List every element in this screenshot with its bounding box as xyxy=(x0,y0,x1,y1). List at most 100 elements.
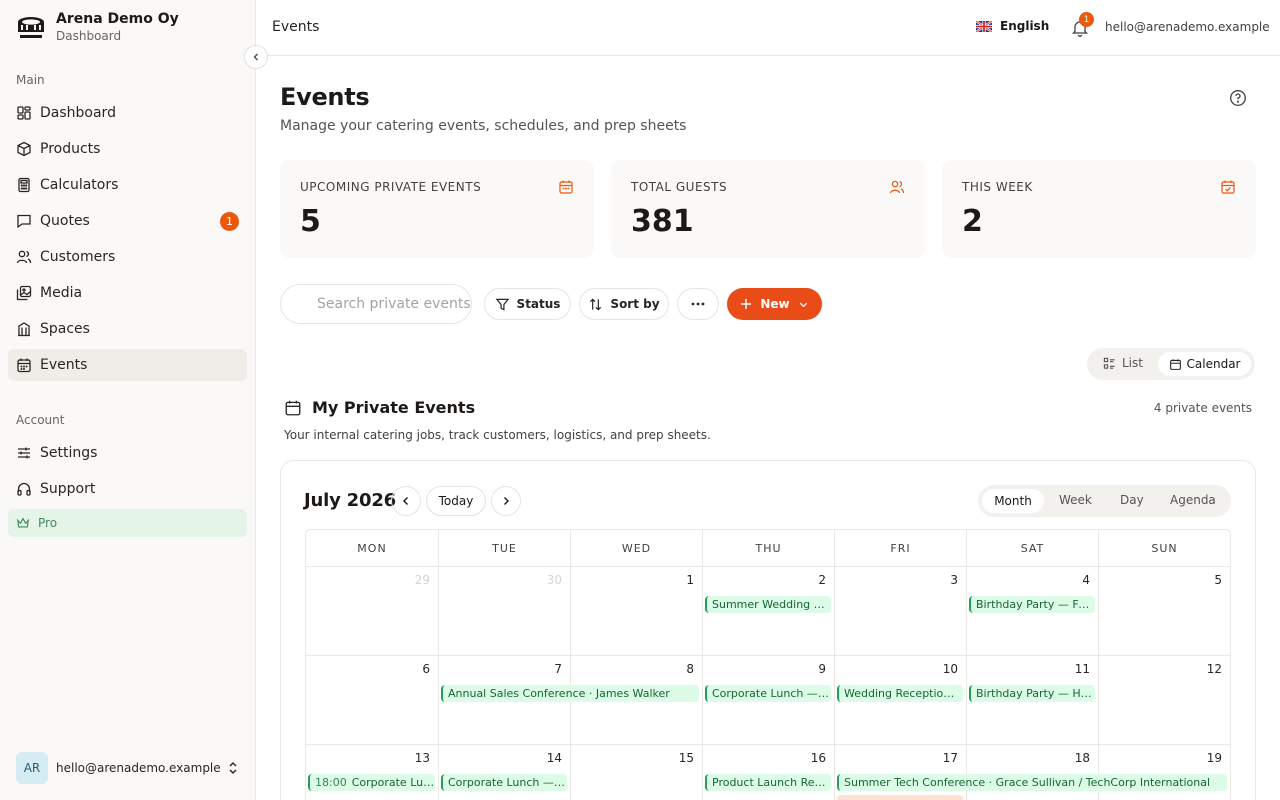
day-number: 14 xyxy=(546,751,562,765)
sidebar-item-spaces[interactable]: Spaces xyxy=(8,313,247,345)
crown-icon xyxy=(16,517,30,528)
search-input[interactable]: Search private events xyxy=(280,284,472,324)
more-options-button[interactable] xyxy=(677,288,719,320)
calendar-day-cell[interactable]: 14 xyxy=(439,745,571,800)
calendar-event[interactable]: Birthday Party — Ha… xyxy=(969,685,1095,702)
calendar-event[interactable]: Birthday Party — Fo… xyxy=(969,596,1095,613)
sort-by-button[interactable]: Sort by xyxy=(579,288,669,320)
pro-plan-item[interactable]: Pro xyxy=(8,509,247,537)
calendar-day-cell[interactable]: 18 xyxy=(967,745,1099,800)
day-number: 17 xyxy=(942,751,958,765)
sidebar-item-quotes[interactable]: Quotes 1 xyxy=(8,205,247,237)
event-title: Summer Wedding … xyxy=(712,598,825,611)
breadcrumb: Events xyxy=(272,19,320,35)
calendar-day-cell[interactable]: 16 xyxy=(703,745,835,800)
sidebar-item-settings[interactable]: Settings xyxy=(8,437,247,469)
day-number: 3 xyxy=(950,573,958,587)
images-icon xyxy=(16,285,32,301)
event-title: Product Launch Re… xyxy=(712,776,826,789)
help-icon[interactable] xyxy=(1229,89,1247,107)
sidebar-item-label: Dashboard xyxy=(40,105,116,121)
calendar-event[interactable]: Annual Sales Conference · James Walker xyxy=(441,685,699,702)
list-view-tab[interactable]: List xyxy=(1103,356,1143,370)
brand-subtitle: Dashboard xyxy=(56,29,122,43)
calendar-event[interactable]: Wedding Receptio… xyxy=(837,685,963,702)
sidebar-item-events[interactable]: Events xyxy=(8,349,247,381)
calendar-day-cell[interactable]: 13 xyxy=(306,745,439,800)
previous-month-button[interactable] xyxy=(391,486,421,516)
tab-day[interactable]: Day xyxy=(1120,493,1144,507)
stat-value: 381 xyxy=(631,204,694,239)
sidebar-item-label: Customers xyxy=(40,249,116,265)
stat-card-guests: TOTAL GUESTS 381 xyxy=(611,160,925,258)
calendar-event[interactable]: Summer Wedding … xyxy=(705,596,831,613)
sidebar-item-calculators[interactable]: Calculators xyxy=(8,169,247,201)
sidebar-item-customers[interactable]: Customers xyxy=(8,241,247,273)
calendar-day-cell[interactable]: 30 xyxy=(439,567,571,656)
more-horizontal-icon xyxy=(691,302,705,306)
calendar-day-cell[interactable]: 17 xyxy=(835,745,967,800)
new-event-button[interactable]: New xyxy=(727,288,822,320)
search-placeholder: Search private events xyxy=(317,296,471,312)
chevron-right-icon xyxy=(503,496,510,506)
section-title: My Private Events xyxy=(284,398,475,417)
calendar-event[interactable]: Product Launch Re… xyxy=(705,774,831,791)
user-menu[interactable]: AR hello@arenademo.example xyxy=(16,752,240,784)
day-number: 6 xyxy=(422,662,430,676)
calendar-day-cell[interactable]: 15 xyxy=(571,745,703,800)
weekday-header: FRI xyxy=(835,530,967,567)
stat-label: UPCOMING PRIVATE EVENTS xyxy=(300,180,482,194)
tab-month[interactable]: Month xyxy=(982,489,1044,513)
today-button[interactable]: Today xyxy=(426,486,486,516)
chevron-down-icon xyxy=(799,302,807,307)
sidebar-item-label: Calculators xyxy=(40,177,119,193)
user-email: hello@arenademo.example xyxy=(56,761,221,775)
chevrons-up-down-icon xyxy=(229,762,237,774)
sidebar-item-dashboard[interactable]: Dashboard xyxy=(8,97,247,129)
weekday-header: SAT xyxy=(967,530,1099,567)
calendar-day-cell[interactable]: 5 xyxy=(1099,567,1230,656)
sidebar-item-media[interactable]: Media xyxy=(8,277,247,309)
calendar-event[interactable]: Corporate Lunch — … xyxy=(441,774,567,791)
status-label: Status xyxy=(516,297,561,311)
calendar-day-cell[interactable]: 3 xyxy=(835,567,967,656)
calendar-day-cell[interactable]: 6 xyxy=(306,656,439,745)
calendar-event[interactable]: Corporate Lunch — … xyxy=(705,685,831,702)
calendar-day-cell[interactable]: 29 xyxy=(306,567,439,656)
event-title: Corporate Lu… xyxy=(351,776,435,789)
calendar-view-tab[interactable]: Calendar xyxy=(1158,352,1251,376)
calendar-day-cell[interactable]: 1 xyxy=(571,567,703,656)
stat-label: TOTAL GUESTS xyxy=(631,180,728,194)
sidebar-item-label: Products xyxy=(40,141,101,157)
day-number: 8 xyxy=(686,662,694,676)
collapse-sidebar-button[interactable] xyxy=(244,45,268,69)
day-number: 18 xyxy=(1074,751,1090,765)
calendar-icon xyxy=(559,180,573,194)
calendar-day-cell[interactable]: 19 xyxy=(1099,745,1230,800)
day-number: 15 xyxy=(678,751,694,765)
calendar-event[interactable]: Summer Tech Conference · Grace Sullivan … xyxy=(837,774,1227,791)
weekday-header: WED xyxy=(571,530,703,567)
sidebar-item-products[interactable]: Products xyxy=(8,133,247,165)
tab-week[interactable]: Week xyxy=(1059,493,1092,507)
calendar-icon xyxy=(285,400,301,415)
header-user-email[interactable]: hello@arenademo.example xyxy=(1105,20,1270,34)
calendar-day-cell[interactable]: 12 xyxy=(1099,656,1230,745)
message-icon xyxy=(16,213,32,229)
sidebar: Arena Demo Oy Dashboard Main Dashboard P… xyxy=(0,0,268,800)
avatar: AR xyxy=(16,752,48,784)
sidebar-item-support[interactable]: Support xyxy=(8,473,247,505)
calendar-event-partial[interactable] xyxy=(837,795,963,800)
tab-agenda[interactable]: Agenda xyxy=(1170,493,1216,507)
language-selector[interactable]: English xyxy=(976,19,1049,33)
calendar-event[interactable]: 18:00 Corporate Lu… xyxy=(308,774,435,791)
status-filter-button[interactable]: Status xyxy=(484,288,571,320)
next-month-button[interactable] xyxy=(491,486,521,516)
day-number: 30 xyxy=(546,573,562,587)
brand[interactable]: Arena Demo Oy Dashboard xyxy=(16,10,179,44)
weekday-header: MON xyxy=(306,530,439,567)
day-number: 5 xyxy=(1214,573,1222,587)
language-label: English xyxy=(1000,19,1050,33)
day-number: 29 xyxy=(414,573,430,587)
event-title: Birthday Party — Ha… xyxy=(976,687,1095,700)
